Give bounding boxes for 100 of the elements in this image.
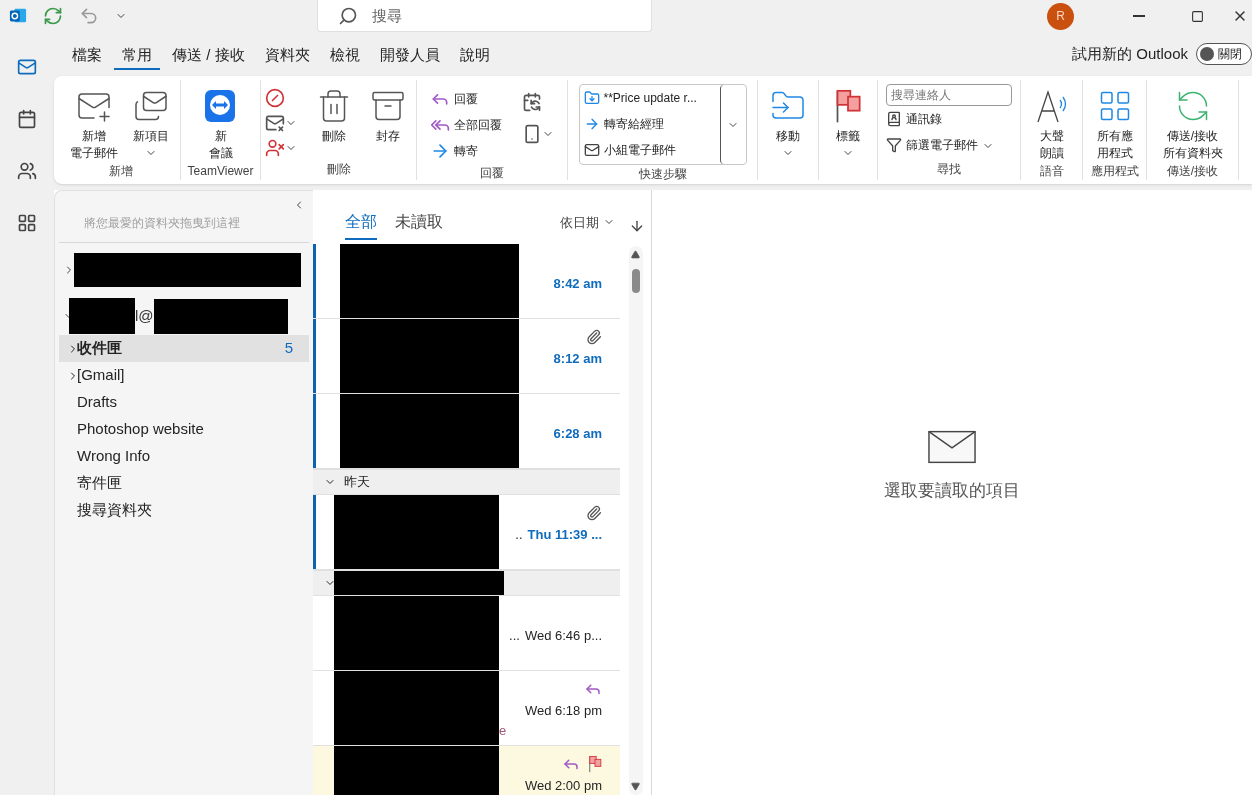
message-row[interactable]: 8:12 am	[313, 319, 620, 394]
subject-fragment: ...	[509, 627, 520, 645]
menu-tab[interactable]: 資料夾	[256, 42, 318, 70]
group-label: 語音	[1039, 163, 1064, 180]
menu-tab[interactable]: 說明	[451, 42, 498, 70]
scrollbar[interactable]	[628, 246, 643, 795]
message-time: 8:42 am	[553, 275, 602, 293]
phone-icon	[522, 124, 542, 144]
message-time: Wed 6:46 p...	[524, 627, 602, 645]
sync-icon	[43, 6, 63, 26]
group-label: 快速步驟	[638, 166, 687, 183]
attachment-icon	[586, 505, 602, 521]
preview-fragment: e	[499, 721, 507, 740]
ribbon-button[interactable]: 刪除	[308, 84, 359, 145]
favorites-hint: 將您最愛的資料夾拖曳到這裡	[59, 211, 309, 243]
scroll-thumb[interactable]	[631, 269, 640, 293]
message-row[interactable]: Wed 2:00 pm	[313, 746, 620, 795]
sort-direction-button[interactable]	[629, 218, 645, 234]
mail-icon	[17, 57, 37, 77]
menu-tab[interactable]: 開發人員	[371, 42, 448, 70]
message-row[interactable]: .. Thu 11:39 ...	[313, 495, 620, 570]
ribbon-button[interactable]: 所有應 用程式	[1089, 84, 1140, 162]
filter-tab[interactable]: 未讀取	[395, 210, 443, 240]
move-to-folder-icon	[583, 90, 600, 106]
apps-nav-button[interactable]	[17, 213, 37, 233]
group-label: 傳送/接收	[1166, 163, 1219, 180]
ribbon-button[interactable]: 轉寄	[430, 138, 502, 164]
flag-icon	[834, 88, 862, 124]
ribbon-button[interactable]: 封存	[362, 84, 413, 145]
envelope-icon	[928, 430, 976, 464]
message-row[interactable]: 6:28 am	[313, 394, 620, 469]
group-header[interactable]	[313, 570, 620, 596]
calendar-icon	[522, 92, 542, 112]
folder-item[interactable]: Photoshop website	[59, 416, 309, 443]
mail-icon	[583, 142, 600, 158]
address-book-icon	[886, 111, 902, 127]
junk-button[interactable]	[264, 138, 297, 158]
group-label: 刪除	[326, 161, 351, 178]
mail-nav-button[interactable]	[17, 57, 37, 77]
unread-count: 5	[284, 338, 293, 359]
filter-tab[interactable]: 全部	[345, 210, 377, 240]
clean-up-button[interactable]	[264, 113, 297, 133]
sort-button[interactable]: 依日期	[560, 212, 615, 232]
filter-email-button[interactable]: 篩選電子郵件	[886, 132, 1012, 158]
more-respond-button[interactable]	[522, 124, 554, 144]
apps-icon	[17, 213, 37, 233]
folder-item[interactable]: 搜尋資料夾	[59, 497, 309, 524]
folder-item[interactable]: 寄件匣	[59, 470, 309, 497]
ribbon-button[interactable]: 通訊錄	[886, 106, 1012, 132]
undo-icon	[79, 6, 99, 26]
ribbon-button[interactable]: 小組電子郵件	[583, 137, 716, 163]
menu-tab[interactable]: 常用	[114, 42, 160, 70]
arrow-down-icon	[629, 218, 645, 234]
message-row[interactable]: 8:42 am	[313, 244, 620, 319]
group-label: TeamViewer	[187, 163, 254, 180]
calendar-nav-button[interactable]	[17, 109, 37, 129]
new-outlook-label: 試用新的 Outlook	[1072, 43, 1188, 64]
attachment-icon	[586, 329, 602, 345]
ribbon-button[interactable]: 新 會議	[195, 84, 246, 162]
redaction-block	[69, 298, 135, 334]
ribbon-button[interactable]: 回覆	[430, 86, 502, 112]
folder-item[interactable]: [Gmail]	[59, 362, 309, 389]
ribbon-button[interactable]: 新項目	[126, 84, 176, 159]
subject-fragment: ..	[515, 526, 523, 544]
group-label: 應用程式	[1090, 163, 1139, 180]
ribbon-button[interactable]: 全部回覆	[430, 112, 502, 138]
folder-item[interactable]: Wrong Info	[59, 443, 309, 470]
message-time: 6:28 am	[553, 425, 602, 443]
folder-item[interactable]: 收件匣 5	[59, 335, 309, 362]
flag-icon	[588, 755, 602, 773]
clean-up-icon	[264, 113, 285, 133]
scroll-down-icon	[631, 782, 640, 791]
ribbon-button[interactable]: 大聲 朗讀	[1026, 84, 1077, 162]
ribbon-button[interactable]: 移動	[763, 84, 813, 159]
ribbon-button[interactable]: **Price update r...	[583, 85, 716, 111]
calendar-icon	[17, 109, 37, 129]
ribbon-button[interactable]: 轉寄給經理	[583, 111, 716, 137]
group-label: 尋找	[937, 161, 961, 178]
people-nav-button[interactable]	[17, 161, 37, 181]
ribbon-button[interactable]: 傳送/接收 所有資料夾	[1152, 84, 1233, 162]
people-icon	[17, 161, 37, 181]
message-row[interactable]: Wed 6:18 pm e	[313, 671, 620, 746]
search-contacts-field[interactable]: 搜尋連絡人	[886, 84, 1012, 106]
menu-tab[interactable]: 檔案	[64, 42, 110, 70]
folder-item[interactable]: Drafts	[59, 389, 309, 416]
scroll-up-icon	[631, 250, 640, 259]
new-outlook-toggle[interactable]: 關閉	[1196, 43, 1252, 65]
ribbon-button[interactable]: 標籤	[823, 84, 873, 159]
message-time: Thu 11:39 ...	[527, 526, 602, 544]
menu-tab[interactable]: 傳送 / 接收	[164, 42, 253, 70]
group-header[interactable]: 昨天	[313, 469, 620, 495]
sync-button[interactable]	[43, 6, 63, 26]
group-label: 回覆	[480, 165, 504, 182]
message-time: Wed 6:18 pm	[524, 702, 602, 720]
maximize-icon	[1190, 9, 1204, 23]
search-field[interactable]: 搜尋	[317, 0, 652, 32]
ribbon-button[interactable]: 新增 電子郵件	[66, 84, 122, 162]
junk-icon	[264, 138, 285, 158]
menu-tab[interactable]: 檢視	[321, 42, 368, 70]
message-row[interactable]: ... Wed 6:46 p...	[313, 596, 620, 671]
